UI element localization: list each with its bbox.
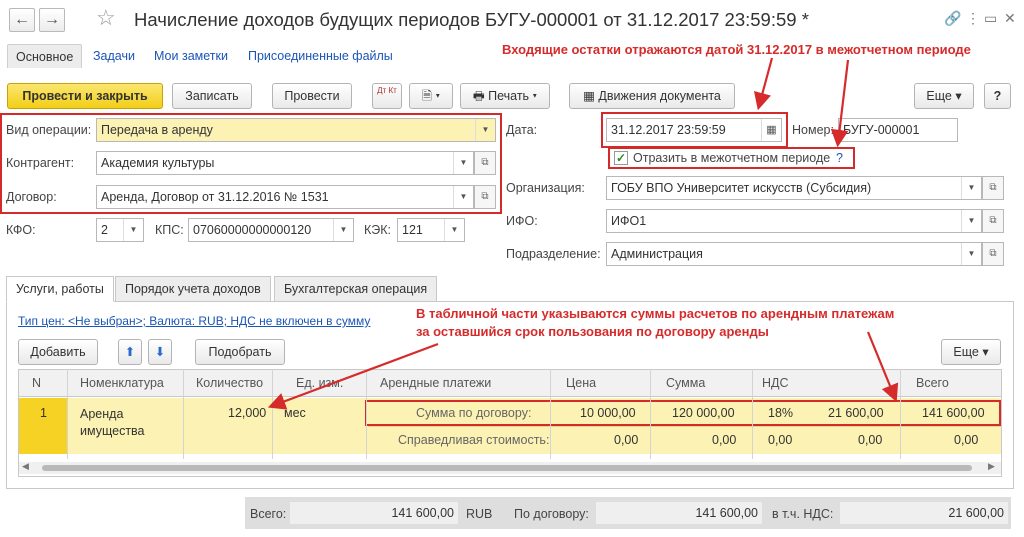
arrow-to-date: [753, 57, 774, 111]
arrow-to-qty: [267, 342, 439, 410]
arrow-to-total: [866, 331, 899, 403]
arrow-to-checkbox: [830, 59, 850, 148]
annotation-arrows: [267, 57, 899, 410]
